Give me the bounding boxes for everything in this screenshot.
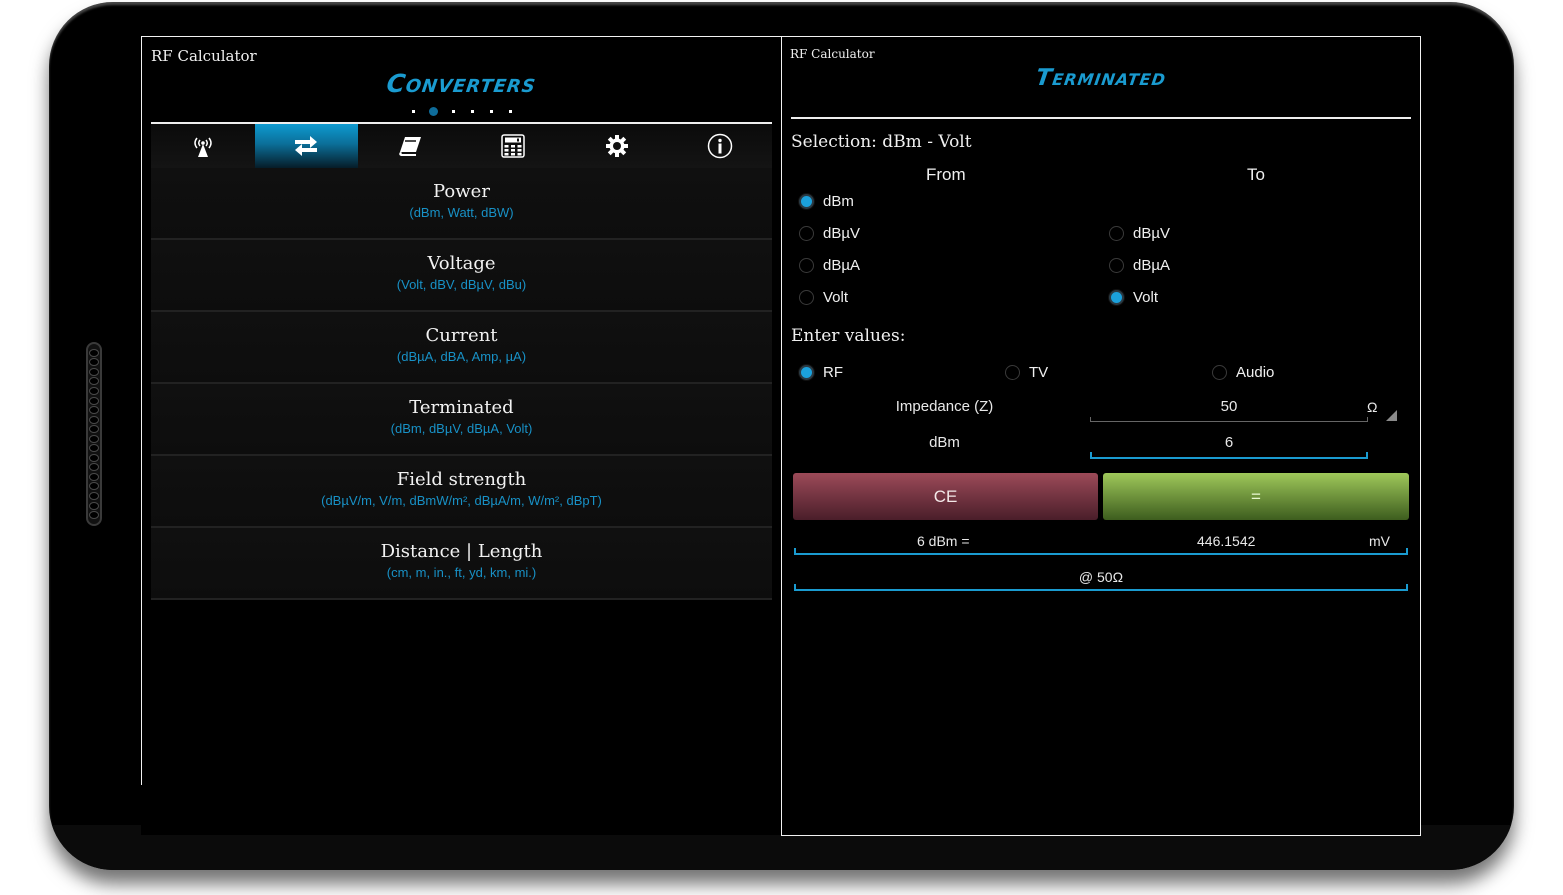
converter-title: Current <box>425 325 498 346</box>
converter-title: Distance | Length <box>380 541 543 562</box>
book-icon <box>398 137 421 156</box>
tab-settings[interactable] <box>565 124 669 168</box>
app-title: RF Calculator <box>790 47 875 61</box>
page-dot[interactable] <box>489 110 493 113</box>
radio-indicator <box>799 258 814 273</box>
converter-item-voltage[interactable]: Voltage (Volt, dBV, dBµV, dBu) <box>151 240 772 312</box>
radio-indicator <box>799 290 814 305</box>
mode-radio-tv[interactable]: TV <box>1005 364 1048 381</box>
radio-label: dBµV <box>1133 225 1170 242</box>
page-dot-active[interactable] <box>428 107 438 116</box>
radio-label: dBm <box>823 193 854 210</box>
screen-area <box>141 785 781 835</box>
converter-item-distance[interactable]: Distance | Length (cm, m, in., ft, yd, k… <box>151 528 772 600</box>
from-radio-dbua[interactable]: dBµA <box>799 257 860 274</box>
result-expression: 6 dBm = <box>917 533 970 549</box>
radio-label: dBµA <box>823 257 860 274</box>
result-impedance-note: @ 50Ω <box>1078 569 1124 585</box>
mode-radio-rf[interactable]: RF <box>799 364 843 381</box>
result-impedance-output: @ 50Ω <box>794 569 1408 591</box>
converter-units: (dBµA, dBA, Amp, µA) <box>396 349 527 364</box>
tab-wireless[interactable] <box>151 124 255 168</box>
tab-about[interactable] <box>669 124 773 168</box>
page-dot[interactable] <box>508 110 512 113</box>
page-dot[interactable] <box>411 110 415 113</box>
radio-indicator <box>1109 258 1124 273</box>
converter-units: (dBm, dBµV, dBµA, Volt) <box>390 421 533 436</box>
converter-title: Voltage <box>427 253 496 274</box>
radio-label: Volt <box>1133 289 1159 306</box>
radio-indicator <box>1212 365 1227 380</box>
from-radio-dbm[interactable]: dBm <box>799 193 854 210</box>
converter-title: Terminated <box>409 397 514 418</box>
result-output: 6 dBm = 446.1542 mV <box>794 533 1408 555</box>
from-header: From <box>926 165 966 184</box>
to-radio-dbua[interactable]: dBµA <box>1109 257 1170 274</box>
terminated-panel: RF Calculator Terminated Selection: dBm … <box>781 36 1421 836</box>
converter-item-current[interactable]: Current (dBµA, dBA, Amp, µA) <box>151 312 772 384</box>
page-dot[interactable] <box>470 110 474 113</box>
speaker-grille <box>86 342 102 526</box>
converter-units: (dBµV/m, V/m, dBmW/m², dBµA/m, W/m², dBp… <box>321 493 602 508</box>
radio-indicator <box>1109 290 1124 305</box>
converter-title: Power <box>433 181 490 202</box>
tab-reference[interactable] <box>358 124 462 168</box>
section-title: Terminated <box>1034 65 1168 91</box>
radio-label: Audio <box>1236 364 1275 381</box>
radio-label: dBµV <box>823 225 860 242</box>
clear-entry-button[interactable]: CE <box>793 473 1098 520</box>
tab-bar <box>151 122 772 170</box>
info-icon <box>708 133 733 159</box>
radio-label: Volt <box>823 289 849 306</box>
radio-indicator <box>1005 365 1020 380</box>
radio-label: dBµA <box>1133 257 1170 274</box>
from-radio-dbuv[interactable]: dBµV <box>799 225 860 242</box>
radio-indicator <box>799 194 814 209</box>
to-radio-volt[interactable]: Volt <box>1109 289 1158 306</box>
from-radio-volt[interactable]: Volt <box>799 289 848 306</box>
converter-item-field-strength[interactable]: Field strength (dBµV/m, V/m, dBmW/m², dB… <box>151 456 772 528</box>
converter-units: (Volt, dBV, dBµV, dBu) <box>396 277 527 292</box>
input-label: dBm <box>929 434 960 451</box>
calculator-icon <box>501 134 525 158</box>
to-header: To <box>1247 165 1265 184</box>
to-radio-dbuv[interactable]: dBµV <box>1109 225 1170 242</box>
impedance-unit: Ω <box>1367 399 1378 415</box>
app-title: RF Calculator <box>151 47 257 65</box>
radio-indicator <box>1109 226 1124 241</box>
antenna-signal-icon <box>194 137 212 157</box>
converter-list: Power (dBm, Watt, dBW) Voltage (Volt, dB… <box>151 168 772 600</box>
impedance-input[interactable]: 50 <box>1090 397 1368 422</box>
enter-values-label: Enter values: <box>791 326 906 346</box>
radio-label: TV <box>1029 364 1049 381</box>
result-value: 446.1542 <box>1197 533 1256 549</box>
impedance-label: Impedance (Z) <box>895 398 994 415</box>
converter-item-power[interactable]: Power (dBm, Watt, dBW) <box>151 168 772 240</box>
selection-label: Selection: dBm - Volt <box>791 132 972 152</box>
dropdown-triangle-icon <box>1386 410 1397 421</box>
mode-radio-audio[interactable]: Audio <box>1212 364 1274 381</box>
converter-units: (dBm, Watt, dBW) <box>409 205 514 220</box>
converter-units: (cm, m, in., ft, yd, km, mi.) <box>386 565 537 580</box>
swap-arrows-icon <box>295 136 318 156</box>
radio-label: RF <box>823 364 843 381</box>
gear-icon <box>605 135 628 157</box>
page-dot[interactable] <box>451 110 455 113</box>
converters-panel: RF Calculator Converters Power (dBm, Wat… <box>141 36 782 786</box>
impedance-unit-spinner[interactable]: Ω <box>1367 399 1399 421</box>
dbm-value-input[interactable]: 6 <box>1090 433 1368 459</box>
tab-converters[interactable] <box>254 124 358 168</box>
calculate-button[interactable]: = <box>1103 473 1409 520</box>
section-title: Converters <box>384 69 539 98</box>
header-divider <box>791 117 1411 119</box>
tab-calculator[interactable] <box>462 124 566 168</box>
radio-indicator <box>799 365 814 380</box>
converter-item-terminated[interactable]: Terminated (dBm, dBµV, dBµA, Volt) <box>151 384 772 456</box>
radio-indicator <box>799 226 814 241</box>
converter-title: Field strength <box>396 469 527 490</box>
result-unit: mV <box>1369 533 1390 549</box>
page-indicator <box>142 107 781 116</box>
